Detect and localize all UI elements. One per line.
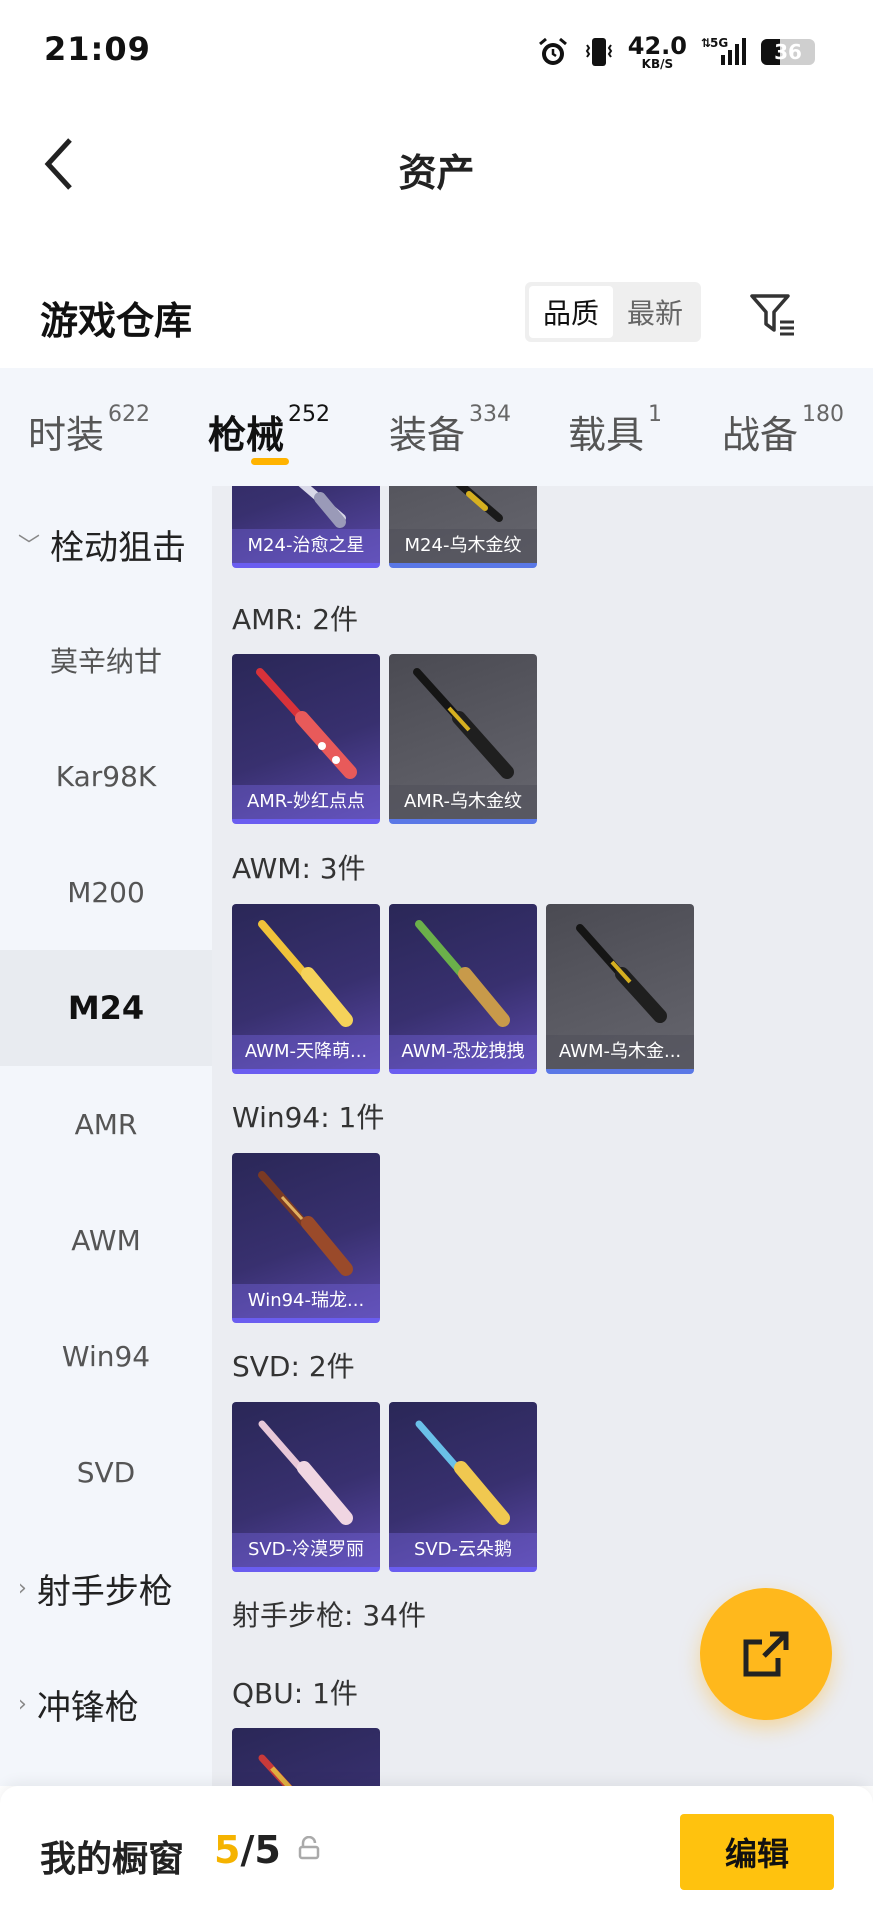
weapon-type-sidebar: ﹀ 栓动狙击 莫辛纳甘 Kar98K M200 M24 AMR AWM Win9…	[0, 486, 212, 1786]
sort-quality[interactable]: 品质	[529, 286, 613, 338]
showcase-label: 我的橱窗	[40, 1839, 185, 1880]
section-title-win94: Win94: 1件	[232, 1101, 385, 1134]
sidebar-item-svd[interactable]: SVD	[0, 1414, 212, 1530]
sidebar-group-bolt-action[interactable]: ﹀ 栓动狙击	[0, 486, 212, 602]
chevron-down-icon: ﹀	[18, 534, 41, 559]
status-bar: 21:09 42.0 KB/S ⇅ 5G 36	[0, 0, 873, 104]
rifle-image	[256, 668, 357, 779]
chevron-right-icon: ›	[18, 1575, 27, 1601]
section-title-amr: AMR: 2件	[232, 603, 359, 636]
warehouse-header: 游戏仓库 品质 最新	[0, 262, 873, 366]
sidebar-item-awm[interactable]: AWM	[0, 1182, 212, 1298]
showcase-count: 5/5	[214, 1828, 281, 1872]
battery-icon: 36	[761, 39, 815, 65]
warehouse-title: 游戏仓库	[40, 299, 193, 343]
alarm-icon	[536, 35, 570, 69]
rifle-image	[415, 920, 510, 1027]
status-time: 21:09	[44, 30, 151, 68]
sidebar-item-m200[interactable]: M200	[0, 834, 212, 950]
section-title-svd: SVD: 2件	[232, 1350, 355, 1383]
page-title: 资产	[398, 151, 475, 195]
signal-icon: ⇅ 5G	[701, 35, 747, 69]
tab-supplies[interactable]: 战备 180	[722, 402, 844, 459]
rifle-image	[258, 1754, 293, 1786]
rifle-image	[415, 1420, 510, 1525]
skin-card[interactable]	[232, 1728, 380, 1786]
status-icons: 42.0 KB/S ⇅ 5G 36	[536, 30, 815, 74]
section-title-awm: AWM: 3件	[232, 852, 366, 885]
sort-newest[interactable]: 最新	[613, 286, 697, 338]
active-tab-indicator	[251, 458, 289, 465]
skin-card[interactable]: AMR-妙红点点	[232, 654, 380, 824]
category-tabs: 时装 622 枪械 252 装备 334 载具 1 战备 180	[0, 368, 873, 486]
network-speed: 42.0 KB/S	[627, 32, 687, 71]
skin-card[interactable]: SVD-冷漠罗丽	[232, 1402, 380, 1572]
sidebar-item-m24[interactable]: M24	[0, 950, 212, 1066]
sort-toggle: 品质 最新	[525, 282, 701, 342]
section-title-qbu: QBU: 1件	[232, 1677, 358, 1710]
nav-bar: 资产	[0, 104, 873, 224]
vibrate-icon	[584, 35, 614, 69]
chevron-right-icon: ›	[18, 1691, 27, 1717]
sidebar-item-kar98k[interactable]: Kar98K	[0, 718, 212, 834]
filter-button[interactable]	[742, 286, 802, 342]
share-icon	[743, 1631, 789, 1677]
edit-button[interactable]: 编辑	[680, 1814, 834, 1890]
rifle-image	[258, 920, 353, 1027]
sidebar-group-smg[interactable]: › 冲锋枪	[0, 1646, 212, 1762]
tab-fashion[interactable]: 时装 622	[28, 402, 150, 459]
sidebar-group-dmr[interactable]: › 射手步枪	[0, 1530, 212, 1646]
skin-card[interactable]: M24-乌木金纹	[389, 486, 537, 568]
tab-vehicles[interactable]: 载具 1	[568, 402, 662, 459]
rifle-image	[258, 1171, 353, 1276]
skin-card[interactable]: AWM-天降萌...	[232, 904, 380, 1074]
skin-card[interactable]: AWM-乌木金...	[546, 904, 694, 1074]
lock-icon	[298, 1835, 320, 1864]
skin-card[interactable]: SVD-云朵鹅	[389, 1402, 537, 1572]
skin-card[interactable]: M24-治愈之星	[232, 486, 380, 568]
share-button[interactable]	[700, 1588, 832, 1720]
section-title-dmr: 射手步枪: 34件	[232, 1599, 426, 1632]
skin-card[interactable]: AWM-恐龙拽拽	[389, 904, 537, 1074]
rifle-image	[258, 1420, 353, 1525]
skin-card[interactable]: AMR-乌木金纹	[389, 654, 537, 824]
skin-card[interactable]: Win94-瑞龙...	[232, 1153, 380, 1323]
sidebar-item-amr[interactable]: AMR	[0, 1066, 212, 1182]
sidebar-item-win94[interactable]: Win94	[0, 1298, 212, 1414]
filter-icon	[750, 294, 794, 336]
showcase-bar: 我的橱窗 5/5 编辑	[0, 1786, 873, 1920]
network-type: 5G	[710, 36, 728, 50]
tab-equipment[interactable]: 装备 334	[389, 402, 511, 459]
sidebar-item-mosin[interactable]: 莫辛纳甘	[0, 602, 212, 718]
rifle-image	[413, 668, 514, 779]
tab-firearms[interactable]: 枪械 252	[208, 402, 330, 459]
rifle-image	[576, 924, 667, 1023]
